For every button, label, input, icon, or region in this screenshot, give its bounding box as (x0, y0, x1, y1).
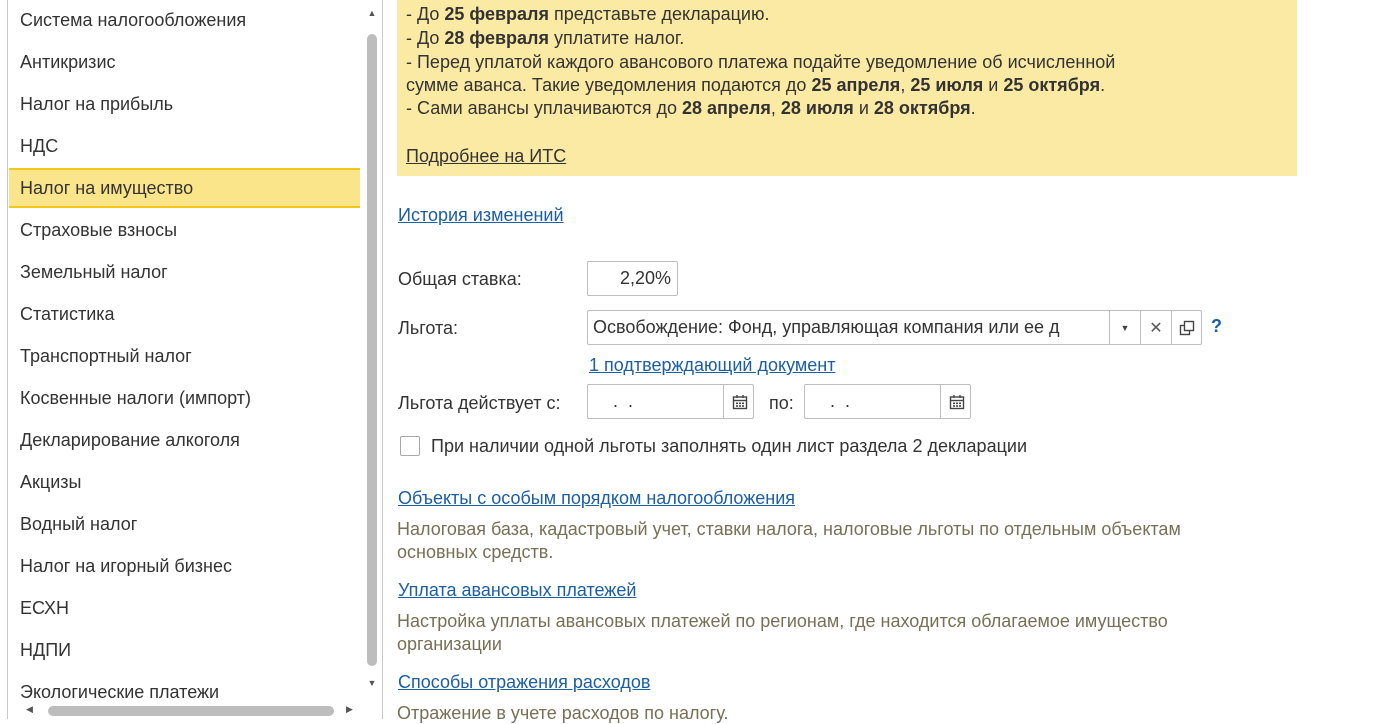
valid-to-label: по: (769, 393, 794, 413)
sidebar-item-vat[interactable]: НДС (9, 126, 360, 166)
calendar-icon (949, 394, 964, 409)
sidebar-item-water-tax[interactable]: Водный налог (9, 504, 360, 544)
chevron-down-icon: ▼ (1120, 322, 1130, 333)
scroll-left-icon[interactable]: ◀ (26, 704, 33, 715)
help-icon[interactable]: ? (1211, 316, 1222, 337)
sidebar-item-transport-tax[interactable]: Транспортный налог (9, 336, 360, 376)
special-objects-desc-2: основных средств. (397, 542, 554, 562)
benefit-label: Льгота: (398, 318, 459, 338)
benefit-select[interactable]: Освобождение: Фонд, управляющая компания… (587, 310, 1202, 345)
sidebar-item-property-tax[interactable]: Налог на имущество (9, 168, 360, 208)
sidebar-item-indirect-import[interactable]: Косвенные налоги (импорт) (9, 378, 360, 418)
expense-methods-desc: Отражение в учете расходов по налогу. (397, 703, 729, 723)
valid-from-input[interactable]: . . (587, 384, 754, 419)
benefit-value: Освобождение: Фонд, управляющая компания… (593, 317, 1060, 337)
valid-from-calendar-button[interactable] (723, 385, 755, 418)
valid-to-calendar-button[interactable] (940, 385, 972, 418)
notice-line-advance-notice: - Перед уплатой каждого авансового плате… (406, 52, 1116, 72)
notice-line-payment: - До 28 февраля уплатите налог. (406, 28, 685, 48)
advance-payments-link[interactable]: Уплата авансовых платежей (398, 580, 636, 601)
sidebar-item-excise[interactable]: Акцизы (9, 462, 360, 502)
sidebar-nav: Система налогообложения Антикризис Налог… (7, 0, 383, 719)
valid-from-label: Льгота действует с: (398, 393, 561, 413)
valid-to-input[interactable]: . . (804, 384, 971, 419)
sidebar-item-statistics[interactable]: Статистика (9, 294, 360, 334)
open-window-icon (1179, 320, 1195, 335)
special-objects-desc: Налоговая база, кадастровый учет, ставки… (397, 519, 1181, 539)
single-sheet-label[interactable]: При наличии одной льготы заполнять один … (431, 436, 1027, 457)
calendar-icon (732, 394, 747, 409)
valid-from-value: . . (608, 391, 634, 411)
rate-label: Общая ставка: (398, 269, 522, 289)
sidebar-item-ndpi[interactable]: НДПИ (9, 630, 360, 670)
expense-methods-link[interactable]: Способы отражения расходов (398, 672, 650, 693)
sidebar-horizontal-scrollbar[interactable]: ◀ ▶ (22, 704, 362, 718)
clear-button[interactable]: ✕ (1140, 311, 1171, 344)
special-objects-link[interactable]: Объекты с особым порядком налогообложени… (398, 488, 795, 509)
history-link[interactable]: История изменений (398, 205, 564, 226)
scroll-thumb[interactable] (367, 34, 377, 666)
supporting-docs-link[interactable]: 1 подтверждающий документ (589, 355, 835, 376)
dropdown-button[interactable]: ▼ (1109, 311, 1140, 344)
scroll-right-icon[interactable]: ▶ (346, 704, 353, 715)
scroll-down-icon[interactable]: ▼ (367, 678, 377, 688)
notice-line-notice-dates: сумме аванса. Такие уведомления подаются… (406, 75, 1106, 95)
sidebar-item-alcohol[interactable]: Декларирование алкоголя (9, 420, 360, 460)
scroll-thumb-horizontal[interactable] (48, 706, 334, 716)
sidebar-item-profit-tax[interactable]: Налог на прибыль (9, 84, 360, 124)
sidebar-item-gambling[interactable]: Налог на игорный бизнес (9, 546, 360, 586)
notice-line-advance-dates: - Сами авансы уплачиваются до 28 апреля,… (406, 98, 976, 118)
rate-input[interactable]: 2,20% (587, 261, 678, 296)
valid-to-value: . . (825, 391, 851, 411)
sidebar-item-insurance[interactable]: Страховые взносы (9, 210, 360, 250)
sidebar-item-tax-system[interactable]: Система налогообложения (9, 0, 360, 40)
its-link[interactable]: Подробнее на ИТС (406, 146, 566, 167)
deadline-notice: - До 25 февраля представьте декларацию. … (397, 0, 1297, 176)
single-sheet-checkbox[interactable] (400, 436, 420, 456)
sidebar-vertical-scrollbar[interactable]: ▲ ▼ (364, 0, 380, 700)
notice-line-declaration: - До 25 февраля представьте декларацию. (406, 4, 770, 24)
advance-payments-desc-2: организации (397, 634, 502, 654)
scroll-up-icon[interactable]: ▲ (367, 8, 377, 18)
sidebar-item-land-tax[interactable]: Земельный налог (9, 252, 360, 292)
advance-payments-desc: Настройка уплаты авансовых платежей по р… (397, 611, 1168, 631)
close-icon: ✕ (1149, 319, 1163, 337)
open-button[interactable] (1171, 311, 1202, 344)
sidebar-item-eskhn[interactable]: ЕСХН (9, 588, 360, 628)
sidebar-item-anticrisis[interactable]: Антикризис (9, 42, 360, 82)
